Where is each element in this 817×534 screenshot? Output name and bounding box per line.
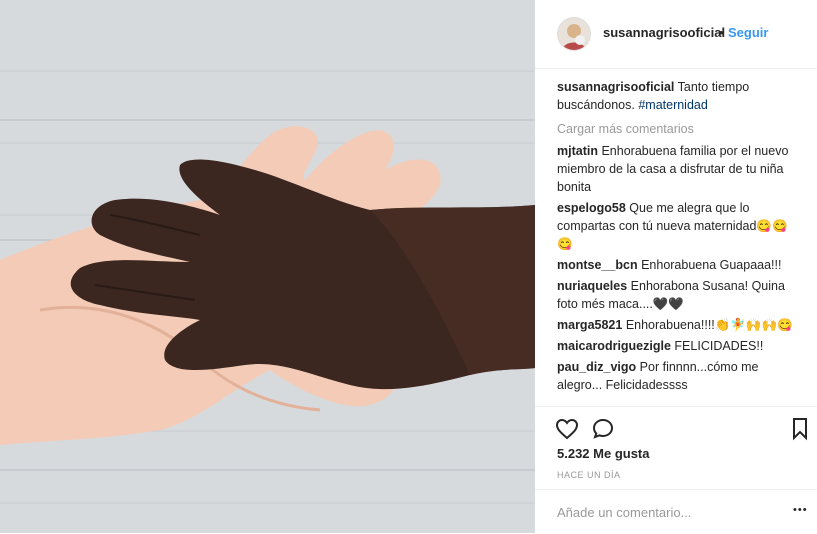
load-more-comments[interactable]: Cargar más comentarios bbox=[557, 120, 801, 138]
hands-image bbox=[0, 119, 535, 471]
comment-username[interactable]: montse__bcn bbox=[557, 258, 638, 272]
follow-button[interactable]: Seguir bbox=[728, 25, 768, 40]
comment-username[interactable]: pau_diz_vigo bbox=[557, 360, 636, 374]
comment-item: mjtatin Enhorabuena familia por el nuevo… bbox=[557, 142, 801, 196]
avatar[interactable] bbox=[557, 17, 591, 51]
comment-username[interactable]: nuriaqueles bbox=[557, 279, 627, 293]
comment-username[interactable]: espelogo58 bbox=[557, 201, 626, 215]
comment-icon[interactable] bbox=[591, 417, 615, 446]
comment-username[interactable]: maicarodriguezigle bbox=[557, 339, 671, 353]
action-bar bbox=[535, 406, 817, 449]
comment-item: espelogo58 Que me alegra que lo comparta… bbox=[557, 199, 801, 253]
add-comment-input[interactable] bbox=[555, 504, 779, 521]
heart-icon[interactable] bbox=[555, 417, 579, 446]
comment-text: Enhorabuena Guapaaa!!! bbox=[641, 258, 782, 272]
hashtag-link[interactable]: #maternidad bbox=[638, 98, 708, 112]
comment-item: pau_diz_vigo Por finnnn...cómo me alegro… bbox=[557, 358, 801, 394]
more-options-icon[interactable]: ••• bbox=[793, 504, 808, 516]
post-timestamp: HACE UN DÍA bbox=[557, 470, 621, 480]
post-panel: susannagrisooficial • Seguir susannagris… bbox=[535, 0, 817, 533]
comment-item: maicarodriguezigle FELICIDADES!! bbox=[557, 337, 801, 355]
caption-username[interactable]: susannagrisooficial bbox=[557, 80, 674, 94]
comment-username[interactable]: mjtatin bbox=[557, 144, 598, 158]
add-comment-bar: ••• bbox=[535, 489, 817, 534]
separator-dot: • bbox=[719, 25, 724, 40]
comment-item: nuriaqueles Enhorabona Susana! Quina fot… bbox=[557, 277, 801, 313]
comment-text: Enhorabuena!!!!👏🧚🙌🙌😋 bbox=[625, 318, 793, 332]
comment-username[interactable]: marga5821 bbox=[557, 318, 622, 332]
caption: susannagrisooficial Tanto tiempo buscánd… bbox=[557, 78, 801, 114]
comment-text: FELICIDADES!! bbox=[674, 339, 764, 353]
likes-count[interactable]: 5.232 Me gusta bbox=[557, 446, 650, 461]
post-header: susannagrisooficial • Seguir bbox=[535, 0, 817, 69]
header-username[interactable]: susannagrisooficial bbox=[603, 25, 725, 40]
comment-item: montse__bcn Enhorabuena Guapaaa!!! bbox=[557, 256, 801, 274]
comments-list: susannagrisooficial Tanto tiempo buscánd… bbox=[557, 78, 801, 397]
post-photo[interactable] bbox=[0, 0, 535, 533]
comment-item: marga5821 Enhorabuena!!!!👏🧚🙌🙌😋 bbox=[557, 316, 801, 334]
bookmark-icon[interactable] bbox=[791, 417, 809, 446]
